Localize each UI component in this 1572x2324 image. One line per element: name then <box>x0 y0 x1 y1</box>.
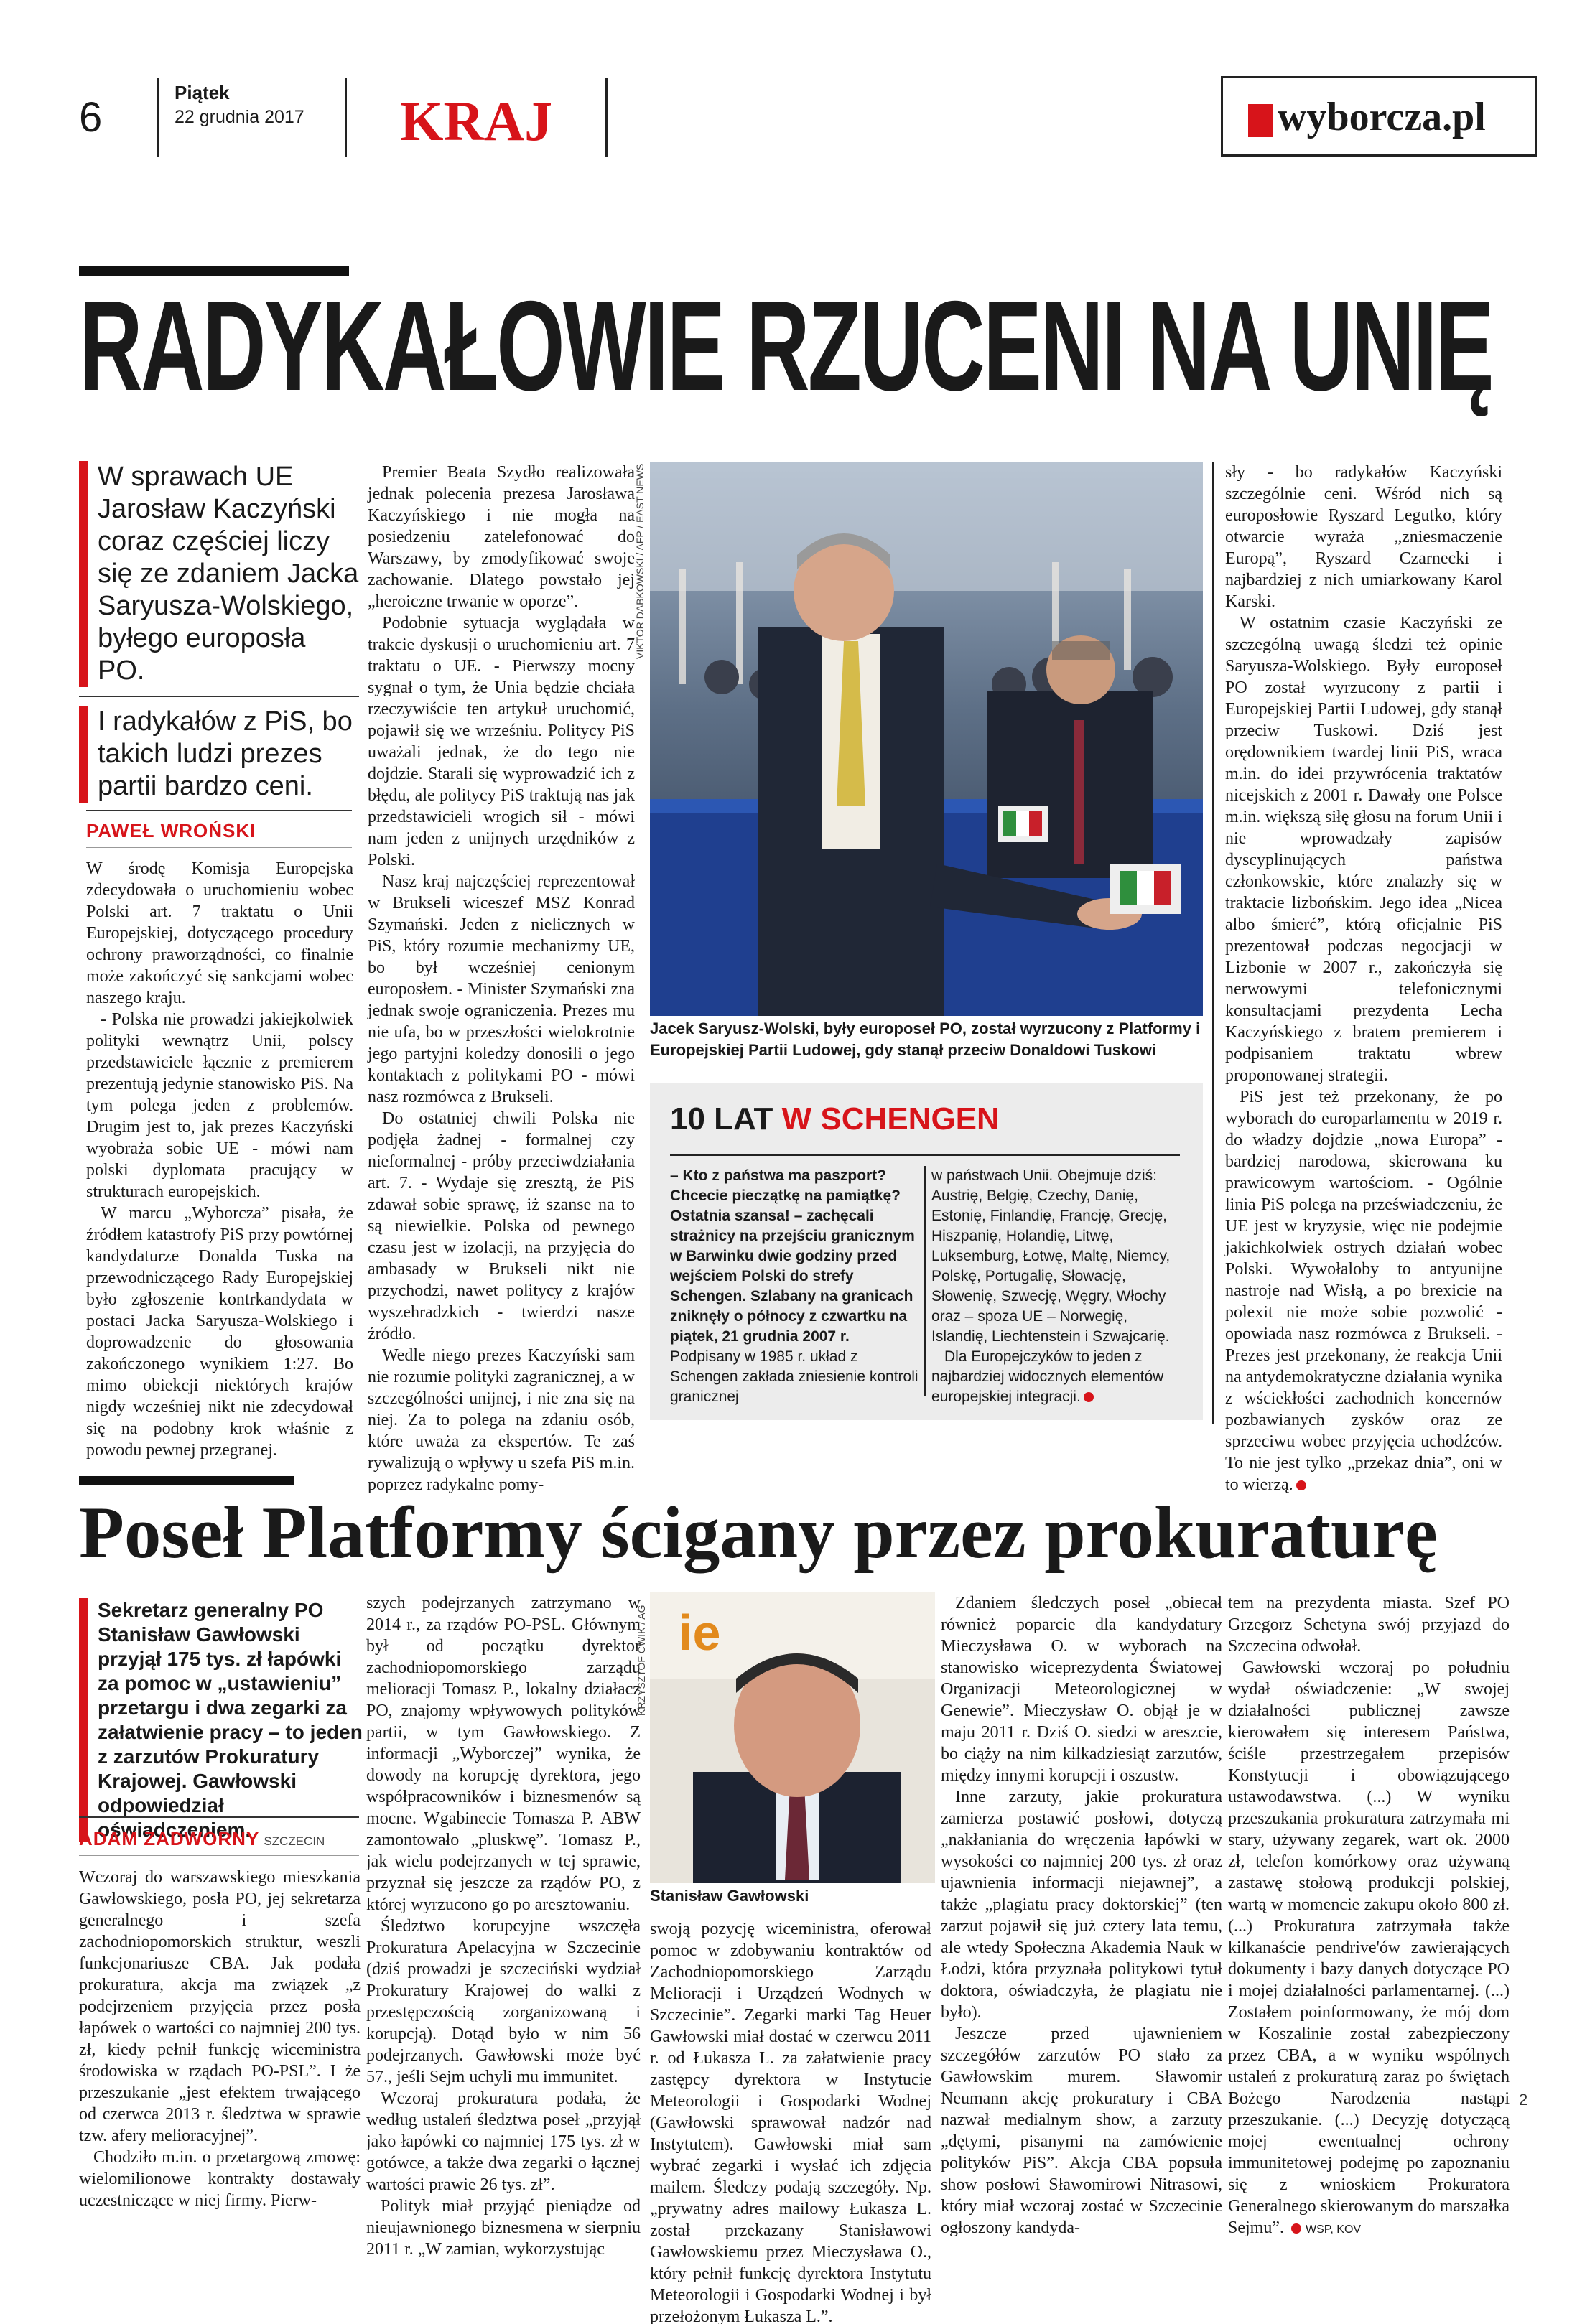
lead-paragraph-1: W sprawach UE Jarosław Kaczyński coraz c… <box>79 461 359 687</box>
paragraph: Chodziło m.in. o przetargową zmowę: wiel… <box>79 2148 361 2210</box>
article1-author: PAWEŁ WROŃSKI <box>86 820 256 841</box>
article2-photo: ie <box>650 1592 935 1883</box>
article1-lead: W sprawach UE Jarosław Kaczyński coraz c… <box>79 461 359 803</box>
lead-divider <box>79 696 359 697</box>
box-column-2: w państwach Unii. Obejmuje dziś: Austrię… <box>931 1166 1186 1407</box>
svg-text:ie: ie <box>679 1605 720 1661</box>
box-text: Dla Europejczyków to jeden z najbardziej… <box>931 1348 1164 1405</box>
paragraph: Jeszcze przed ujawnieniem szczegółów zar… <box>941 2025 1222 2237</box>
box-bold-text: – Kto z państwa ma paszport? Chcecie pie… <box>670 1167 915 1345</box>
schengen-box: 10 LAT W SCHENGEN – Kto z państwa ma pas… <box>650 1083 1203 1420</box>
box-column-divider <box>924 1166 926 1396</box>
paragraph: W ostatnim czasie Kaczyński ze szczególn… <box>1225 614 1502 1085</box>
issue-day: Piątek <box>175 82 230 103</box>
end-mark-icon <box>1291 2223 1301 2234</box>
headline-bar <box>79 1476 294 1485</box>
lead-paragraph-2: I radykałów z PiS, bo takich ludzi preze… <box>79 706 359 803</box>
brand-name: wyborcza.pl <box>1278 95 1486 139</box>
box-column-1: – Kto z państwa ma paszport? Chcecie pie… <box>670 1166 925 1407</box>
photo-gawlowski: ie <box>650 1592 935 1883</box>
article2-lead: Sekretarz generalny PO Stanisław Gawłows… <box>79 1598 368 1842</box>
issue-date: 22 grudnia 2017 <box>175 107 304 127</box>
box-title: 10 LAT W SCHENGEN <box>670 1101 1000 1137</box>
article1-photo-credit: VIKTOR DABKOWSKI / AFP / EAST NEWS <box>634 463 646 659</box>
divider <box>86 810 352 811</box>
article1-column-1: W środę Komisja Europejska zdecydowała o… <box>86 858 353 1461</box>
divider <box>86 847 352 848</box>
paragraph: Śledztwo korupcyjne wszczęła Prokuratura… <box>366 1917 641 2086</box>
divider <box>79 1816 359 1818</box>
paragraph: PiS jest też przekonany, że po wyborach … <box>1225 1088 1502 1494</box>
paragraph: tem na prezydenta miasta. Szef PO Grzego… <box>1228 1594 1510 1656</box>
signature: WSP, KOV <box>1306 2223 1362 2236</box>
section-label: KRAJ <box>345 78 608 157</box>
lead-paragraph: Sekretarz generalny PO Stanisław Gawłows… <box>98 1599 363 1841</box>
paragraph: W marcu „Wyborcza” pisała, że źródłem ka… <box>86 1204 353 1460</box>
paragraph: Podobnie sytuacja wyglądała w trakcie dy… <box>368 614 635 869</box>
article1-headline: RADYKAŁOWIE RZUCENI NA UNIĘ <box>79 274 1494 417</box>
article2-headline: Poseł Platformy ścigany przez prokuratur… <box>79 1492 1438 1574</box>
date-block: Piątek 22 grudnia 2017 <box>157 78 304 157</box>
side-number: 2 <box>1519 2091 1528 2109</box>
brand-logo[interactable]: wyborcza.pl <box>1221 76 1537 157</box>
article1-column-4: sły - bo radykałów Kaczyński szczególnie… <box>1225 462 1502 1495</box>
paragraph: Inne zarzuty, jakie prokuratura zamierza… <box>941 1788 1222 2022</box>
paragraph: Do ostatniej chwili Polska nie podjęła ż… <box>368 1109 635 1343</box>
paragraph: Zdaniem śledczych poseł „obiecał również… <box>941 1594 1222 1785</box>
article1-column-2: Premier Beata Szydło realizowała jednak … <box>368 462 635 1495</box>
paragraph: Wczoraj prokuratura podała, że według us… <box>366 2089 641 2194</box>
article2-photo-caption: Stanisław Gawłowski <box>650 1887 809 1905</box>
paragraph: swoją pozycję wiceministra, oferował pom… <box>650 1920 931 2324</box>
page-number: 6 <box>79 94 103 141</box>
paragraph: Premier Beata Szydło realizowała jednak … <box>368 463 635 611</box>
article2-column-2: szych podejrzanych zatrzymano w 2014 r.,… <box>366 1592 641 2260</box>
end-mark-icon <box>1083 1392 1094 1403</box>
paragraph: sły - bo radykałów Kaczyński szczególnie… <box>1225 463 1502 611</box>
brand-square-icon <box>1248 104 1273 137</box>
paragraph: W środę Komisja Europejska zdecydowała o… <box>86 859 353 1007</box>
column-divider <box>1212 462 1214 1424</box>
paragraph: Polityk miał przyjąć pieniądze od nieuja… <box>366 2197 641 2259</box>
paragraph: Wczoraj do warszawskiego mieszkania Gawł… <box>79 1868 361 2145</box>
author-place: SZCZECIN <box>264 1834 325 1848</box>
box-title-a: 10 LAT <box>670 1101 773 1137</box>
box-title-b: W SCHENGEN <box>781 1101 1000 1137</box>
box-text: Podpisany w 1985 r. układ z Schengen zak… <box>670 1348 918 1405</box>
end-mark-icon <box>1296 1480 1306 1491</box>
paragraph: Nasz kraj najczęściej reprezentował w Br… <box>368 872 635 1106</box>
divider <box>79 1855 359 1856</box>
paragraph: - Polska nie prowadzi jakiejkolwiek poli… <box>86 1010 353 1201</box>
section-title: KRAJ <box>399 90 553 152</box>
paragraph: Gawłowski wczoraj po południu wydał oświ… <box>1228 1658 1510 2237</box>
article1-photo <box>650 462 1203 1016</box>
article2-photo-credit: KRZYSZTOF ĆWIK / AG <box>636 1605 647 1716</box>
paragraph: szych podejrzanych zatrzymano w 2014 r.,… <box>366 1594 641 1914</box>
paragraph: Wedle niego prezes Kaczyński sam nie roz… <box>368 1346 635 1494</box>
article1-photo-caption: Jacek Saryusz-Wolski, były europoseł PO,… <box>650 1019 1201 1059</box>
photo-saryusz-wolski <box>650 462 1203 1016</box>
article2-column-4: Zdaniem śledczych poseł „obiecał również… <box>941 1592 1222 2239</box>
article2-column-5: tem na prezydenta miasta. Szef PO Grzego… <box>1228 1592 1510 2241</box>
box-divider <box>670 1154 1180 1156</box>
box-text: w państwach Unii. Obejmuje dziś: Austrię… <box>931 1167 1171 1345</box>
article2-column-1: Wczoraj do warszawskiego mieszkania Gawł… <box>79 1867 361 2211</box>
article2-column-3: swoją pozycję wiceministra, oferował pom… <box>650 1918 931 2324</box>
article2-author: ADAM ZADWORNY SZCZECIN <box>79 1828 325 1849</box>
